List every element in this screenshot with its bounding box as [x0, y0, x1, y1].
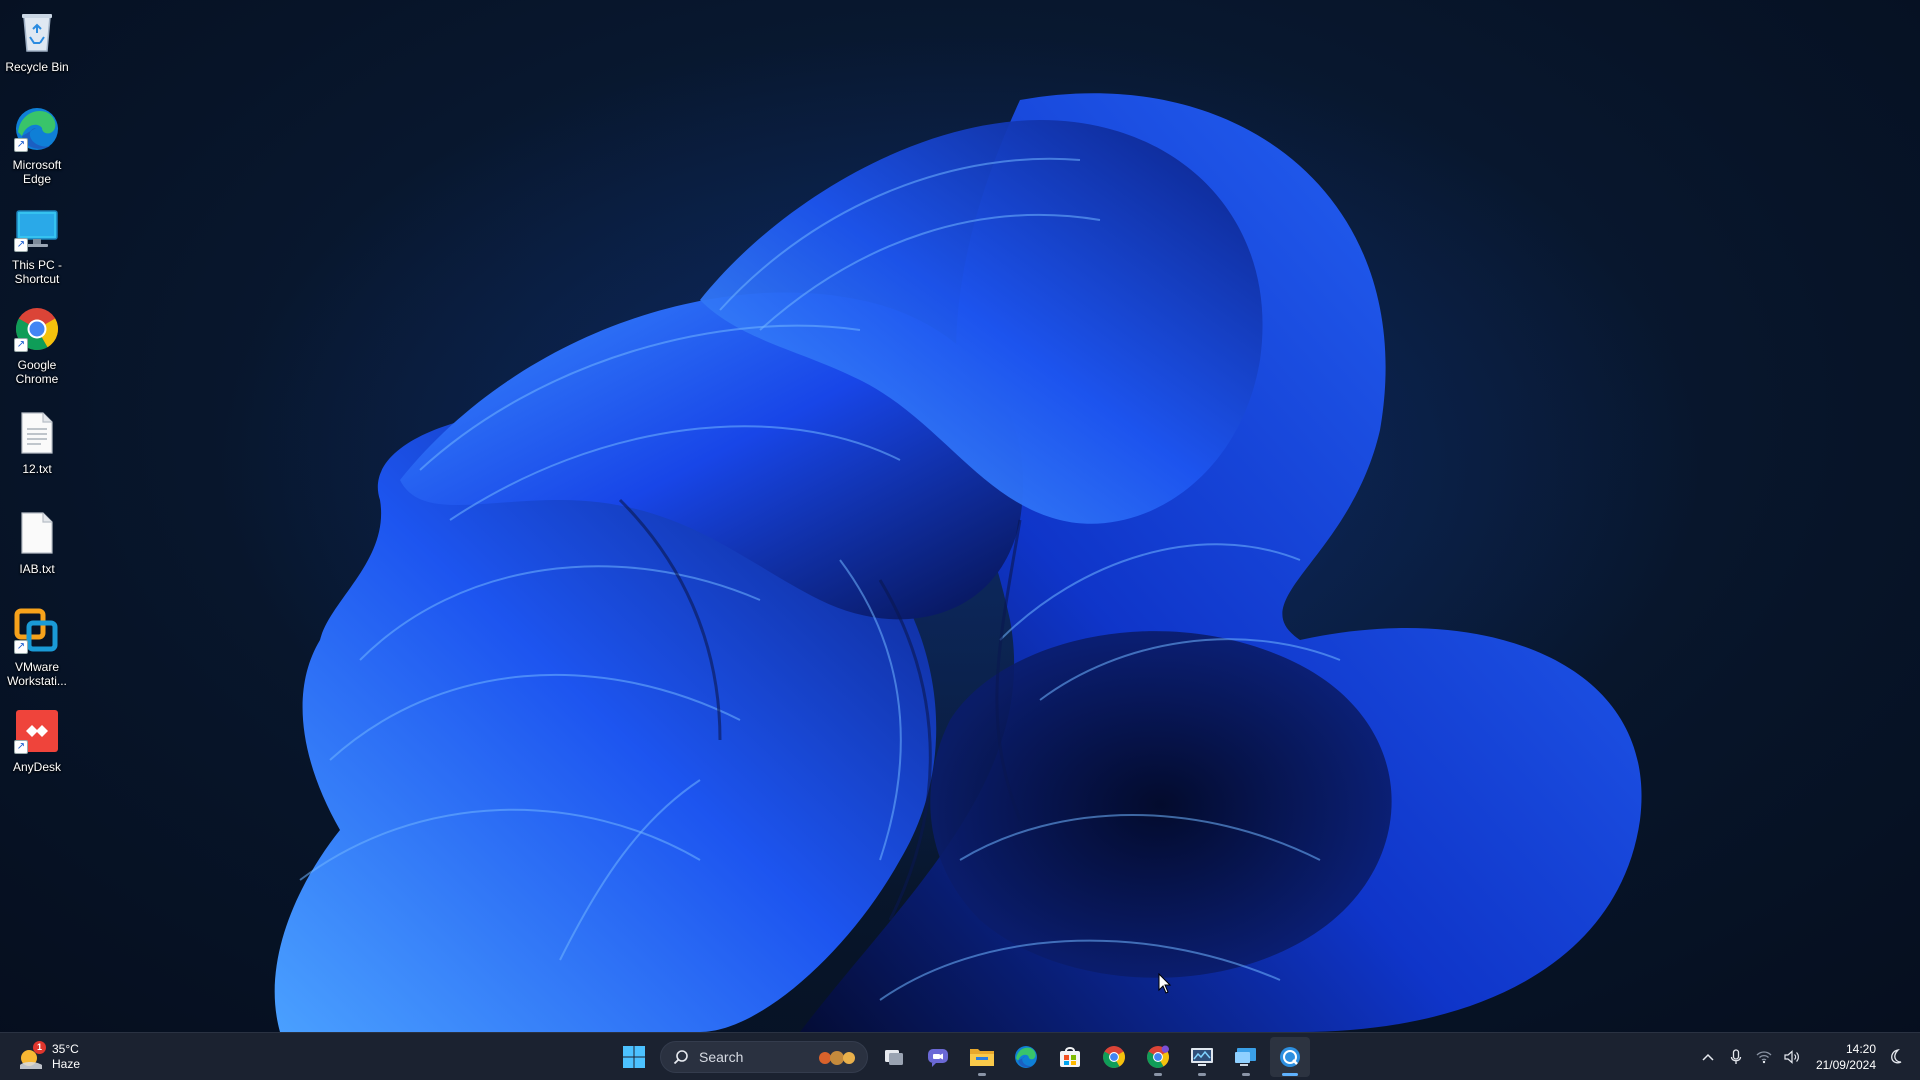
shortcut-arrow-icon: ↗ — [14, 740, 28, 754]
weather-condition: Haze — [52, 1057, 81, 1071]
wifi-icon — [1756, 1051, 1772, 1064]
chat-icon — [928, 1049, 948, 1067]
running-indicator — [1198, 1073, 1206, 1076]
this-pc-icon: ↗ — [12, 204, 62, 254]
vmware-icon: ↗ — [12, 606, 62, 656]
desktop: Recycle Bin ↗ Microsoft Edge ↗ This PC -… — [0, 0, 1920, 1032]
text-file-icon — [12, 508, 62, 558]
store-button[interactable] — [1050, 1037, 1090, 1077]
desktop-icon-label: This PC - Shortcut — [11, 258, 62, 286]
desktop-icon-label: IAB.txt — [19, 562, 55, 576]
search-icon — [673, 1050, 688, 1065]
shortcut-arrow-icon: ↗ — [14, 138, 28, 152]
windows-start-icon — [623, 1046, 645, 1068]
search-highlight-icon — [819, 1051, 855, 1065]
shortcut-arrow-icon: ↗ — [14, 338, 28, 352]
running-indicator — [1282, 1073, 1298, 1076]
taskbar-search[interactable]: Search — [660, 1041, 868, 1073]
monitor-app-icon — [1191, 1048, 1213, 1066]
remote-desktop-icon — [1235, 1048, 1256, 1066]
shortcut-arrow-icon: ↗ — [14, 238, 28, 252]
weather-widget[interactable]: 1 35°C Haze — [16, 1039, 80, 1075]
task-view-button[interactable] — [874, 1037, 914, 1077]
chevron-up-icon — [1702, 1053, 1714, 1061]
desktop-icon-anydesk[interactable]: ↗ AnyDesk — [2, 706, 72, 774]
wallpaper-bloom — [274, 93, 1642, 1032]
microphone-button[interactable] — [1722, 1041, 1750, 1073]
task-view-icon — [885, 1050, 903, 1065]
show-hidden-icons-button[interactable] — [1694, 1041, 1722, 1073]
remote-app-icon — [1280, 1047, 1300, 1067]
taskbar-center: Search — [612, 1037, 1312, 1077]
desktop-icon-label: Google Chrome — [15, 358, 59, 386]
edge-button[interactable] — [1006, 1037, 1046, 1077]
edge-icon: ↗ — [12, 104, 62, 154]
running-indicator — [1242, 1073, 1250, 1076]
network-button[interactable] — [1750, 1041, 1778, 1073]
folder-icon — [970, 1049, 994, 1066]
chrome-icon: ↗ — [12, 304, 62, 354]
do-not-disturb-moon-icon — [1891, 1049, 1902, 1064]
running-indicator — [978, 1073, 986, 1076]
desktop-icon-label: 12.txt — [22, 462, 52, 476]
taskbar: 1 35°C Haze Search 14:20 21/09/2024 — [0, 1032, 1920, 1080]
desktop-icon-microsoft-edge[interactable]: ↗ Microsoft Edge — [2, 104, 72, 186]
file-explorer-button[interactable] — [962, 1037, 1002, 1077]
monitor-app-button[interactable] — [1182, 1037, 1222, 1077]
chrome-button[interactable] — [1094, 1037, 1134, 1077]
remote-app-button[interactable] — [1270, 1037, 1310, 1077]
system-tray: 14:20 21/09/2024 — [1694, 1037, 1910, 1077]
search-label: Search — [699, 1049, 744, 1065]
desktop-icon-this-pc[interactable]: ↗ This PC - Shortcut — [2, 204, 72, 286]
chat-button[interactable] — [918, 1037, 958, 1077]
desktop-icon-label: AnyDesk — [12, 760, 62, 774]
recycle-bin-icon — [12, 6, 62, 56]
edge-icon — [1015, 1046, 1037, 1068]
desktop-icon-google-chrome[interactable]: ↗ Google Chrome — [2, 304, 72, 386]
desktop-icon-label: VMware Workstati... — [7, 660, 67, 688]
weather-badge: 1 — [33, 1041, 46, 1054]
anydesk-icon: ↗ — [12, 706, 62, 756]
desktop-icon-iab-txt[interactable]: IAB.txt — [2, 508, 72, 576]
desktop-icon-12-txt[interactable]: 12.txt — [2, 408, 72, 476]
running-indicator — [1154, 1073, 1162, 1076]
desktop-icon-vmware[interactable]: ↗ VMware Workstati... — [2, 606, 72, 688]
clock-time: 14:20 — [1845, 1042, 1876, 1056]
desktop-icon-label: Microsoft Edge — [12, 158, 62, 186]
store-icon — [1060, 1047, 1080, 1067]
speaker-icon — [1784, 1050, 1799, 1064]
start-button[interactable] — [614, 1037, 654, 1077]
weather-sun-icon: 1 — [16, 1041, 46, 1071]
chrome-profile-button[interactable] — [1138, 1037, 1178, 1077]
weather-temperature: 35°C — [52, 1042, 79, 1056]
clock[interactable]: 14:20 21/09/2024 — [1816, 1041, 1876, 1073]
text-file-icon — [12, 408, 62, 458]
notifications-button[interactable] — [1882, 1041, 1910, 1073]
volume-button[interactable] — [1778, 1041, 1806, 1073]
desktop-icon-label: Recycle Bin — [5, 60, 69, 74]
clock-date: 21/09/2024 — [1815, 1058, 1876, 1072]
chrome-profile-icon — [1147, 1045, 1169, 1068]
mouse-cursor-icon — [1158, 973, 1172, 994]
desktop-icon-recycle-bin[interactable]: Recycle Bin — [2, 6, 72, 74]
microphone-icon — [1730, 1049, 1742, 1064]
remote-desktop-button[interactable] — [1226, 1037, 1266, 1077]
shortcut-arrow-icon: ↗ — [14, 640, 28, 654]
chrome-icon — [1103, 1046, 1125, 1068]
